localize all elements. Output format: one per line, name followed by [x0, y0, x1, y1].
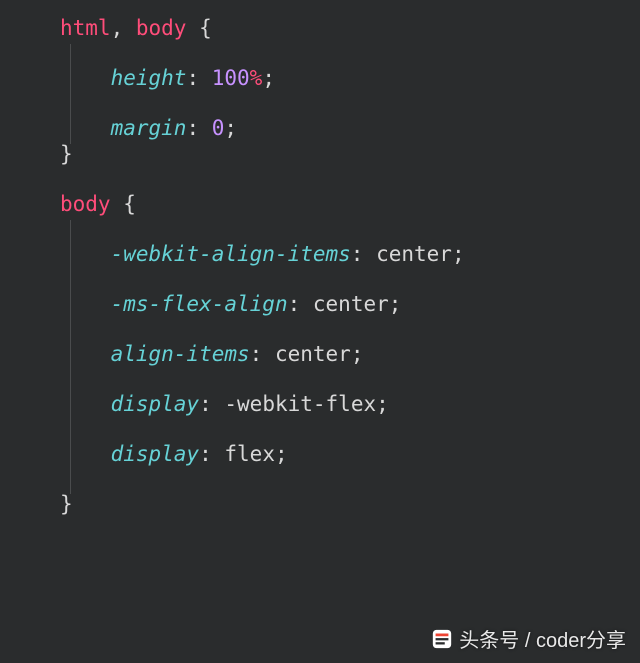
unit-token: % [250, 66, 263, 90]
code-line: display: flex; [0, 444, 640, 470]
property-token: display [111, 392, 200, 416]
code-line: html, body { [0, 18, 640, 44]
brace-token: } [60, 142, 73, 166]
selector-token: html [60, 16, 111, 40]
brace-token: } [60, 492, 73, 516]
code-line: body { [0, 194, 640, 220]
property-token: height [111, 66, 187, 90]
brace-token: { [199, 16, 212, 40]
toutiao-icon [431, 628, 453, 650]
code-line: align-items: center; [0, 344, 640, 370]
rule-body: height: 100%; margin: 0; [0, 44, 640, 144]
watermark-text: 头条号 / coder分享 [459, 624, 626, 653]
selector-token: body [136, 16, 187, 40]
brace-token: { [123, 192, 136, 216]
value-token: center [376, 242, 452, 266]
property-token: -webkit-align-items [111, 242, 351, 266]
value-token: center [275, 342, 351, 366]
watermark: 头条号 / coder分享 [431, 624, 626, 653]
rule-body: -webkit-align-items: center; -ms-flex-al… [0, 220, 640, 494]
property-token: display [111, 442, 200, 466]
property-token: margin [111, 116, 187, 140]
code-block: html, body { height: 100%; margin: 0; } … [0, 0, 640, 520]
code-line: height: 100%; [0, 68, 640, 94]
code-line: -ms-flex-align: center; [0, 294, 640, 320]
value-token: flex [224, 442, 275, 466]
number-token: 100 [212, 66, 250, 90]
property-token: align-items [111, 342, 250, 366]
code-line: display: -webkit-flex; [0, 394, 640, 420]
value-token: center [313, 292, 389, 316]
code-line: -webkit-align-items: center; [0, 244, 640, 270]
number-token: 0 [212, 116, 225, 140]
comma-token: , [111, 16, 136, 40]
code-line: margin: 0; [0, 118, 640, 144]
code-line: } [0, 144, 640, 170]
property-token: -ms-flex-align [111, 292, 288, 316]
selector-token: body [60, 192, 111, 216]
value-token: -webkit-flex [224, 392, 376, 416]
code-line: } [0, 494, 640, 520]
